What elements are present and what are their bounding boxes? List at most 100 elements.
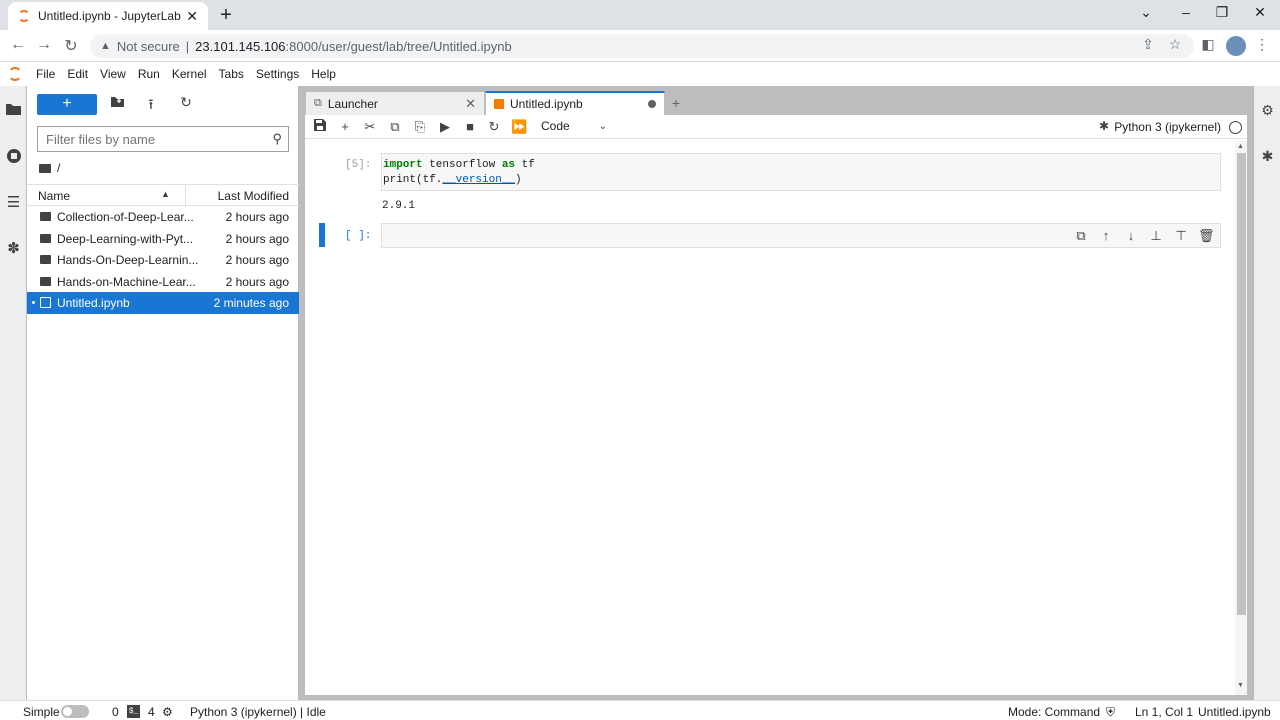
breadcrumb[interactable]: / <box>39 161 60 175</box>
restore-button[interactable]: ❐ <box>1212 4 1232 21</box>
kernel-name[interactable]: Python 3 (ipykernel) <box>1114 120 1221 134</box>
jupyter-logo-icon <box>8 67 22 81</box>
execution-prompt: [5]: <box>345 159 372 171</box>
kernel-sessions-icon[interactable]: ⚙ <box>162 705 173 719</box>
property-inspector-icon[interactable]: ⚙ <box>1259 102 1276 119</box>
menu-edit[interactable]: Edit <box>61 67 94 81</box>
minimize-button[interactable]: – <box>1176 4 1196 20</box>
simple-mode-toggle[interactable] <box>61 705 89 718</box>
refresh-icon[interactable]: ↻ <box>178 94 194 111</box>
terminal-icon[interactable]: $_ <box>127 705 140 718</box>
active-cell-indicator <box>319 223 325 247</box>
bookmark-star-icon[interactable]: ☆ <box>1165 36 1185 53</box>
menu-view[interactable]: View <box>94 67 132 81</box>
tab-notebook[interactable]: Untitled.ipynb <box>485 91 665 115</box>
sidepanel-icon[interactable]: ◧ <box>1198 36 1218 53</box>
close-tab-icon[interactable]: ✕ <box>465 96 476 112</box>
jupyter-favicon-icon <box>18 10 30 22</box>
toggle-knob <box>63 707 72 716</box>
menu-settings[interactable]: Settings <box>250 67 305 81</box>
folder-icon <box>40 234 51 243</box>
tab-label: Untitled.ipynb <box>510 97 583 111</box>
save-icon[interactable] <box>312 119 328 135</box>
warning-icon[interactable]: ▲ <box>100 40 111 52</box>
insert-below-icon[interactable]: ⊤ <box>1173 228 1189 244</box>
file-row[interactable]: Deep-Learning-with-Pyt... 2 hours ago <box>27 228 299 250</box>
file-filter-input[interactable] <box>46 131 256 147</box>
reload-button[interactable]: ↻ <box>61 36 81 56</box>
extension-manager-icon[interactable]: ✽ <box>5 239 22 257</box>
duplicate-cell-icon[interactable]: ⧉ <box>1073 228 1089 244</box>
browser-tab[interactable]: Untitled.ipynb - JupyterLab ✕ <box>8 2 208 30</box>
run-icon[interactable]: ▶ <box>437 119 453 135</box>
debugger-toggle-icon[interactable]: ✱ <box>1099 119 1109 133</box>
file-row[interactable]: Collection-of-Deep-Lear... 2 hours ago <box>27 206 299 228</box>
file-row-selected[interactable]: Untitled.ipynb 2 minutes ago <box>27 292 299 314</box>
tab-label: Launcher <box>327 96 378 111</box>
cut-icon[interactable]: ✂ <box>362 119 378 135</box>
cell-type-value: Code <box>541 119 570 133</box>
table-of-contents-icon[interactable]: ☰ <box>5 193 22 211</box>
profile-avatar[interactable] <box>1226 36 1246 56</box>
launcher-icon: ⧉ <box>314 97 322 109</box>
move-down-icon[interactable]: ↓ <box>1123 228 1139 244</box>
share-icon[interactable]: ⇪ <box>1138 36 1158 53</box>
browser-tabstrip: Untitled.ipynb - JupyterLab ✕ + ⌄ – ❐ ✕ <box>0 0 1280 30</box>
menu-run[interactable]: Run <box>132 67 166 81</box>
file-row[interactable]: Hands-on-Machine-Lear... 2 hours ago <box>27 271 299 293</box>
column-divider <box>185 185 186 207</box>
add-tab-button[interactable]: + <box>665 91 687 115</box>
menu-file[interactable]: File <box>30 67 61 81</box>
fast-forward-icon[interactable]: ⏩ <box>511 119 527 135</box>
kernel-status-text[interactable]: Python 3 (ipykernel) | Idle <box>190 705 326 719</box>
cell-editor[interactable]: import tensorflow as tf print(tf.__versi… <box>381 153 1221 191</box>
file-modified: 2 minutes ago <box>213 296 289 310</box>
code-line: print(tf.__version__) <box>382 173 1220 188</box>
cell-type-select[interactable]: Code ⌄ <box>541 119 607 133</box>
vertical-scrollbar[interactable]: ▲ ▼ <box>1235 141 1247 695</box>
sort-ascending-icon[interactable]: ▲ <box>161 189 170 199</box>
column-modified-header[interactable]: Last Modified <box>218 189 289 203</box>
unsaved-dot-icon[interactable] <box>648 100 656 108</box>
tab-launcher[interactable]: ⧉ Launcher ✕ <box>305 91 485 115</box>
move-up-icon[interactable]: ↑ <box>1098 228 1114 244</box>
file-browser-icon[interactable] <box>5 100 22 117</box>
paste-icon[interactable]: ⎘ <box>412 119 428 135</box>
new-tab-button[interactable]: + <box>216 4 236 27</box>
upload-icon[interactable]: ⭱ <box>143 94 159 118</box>
menu-kernel[interactable]: Kernel <box>166 67 213 81</box>
column-name-header[interactable]: Name <box>38 189 70 203</box>
lsp-shield-icon[interactable]: ⛨ <box>1106 705 1115 720</box>
scroll-up-icon[interactable]: ▲ <box>1237 143 1244 150</box>
menu-tabs[interactable]: Tabs <box>213 67 250 81</box>
code-keyword: as <box>501 159 516 171</box>
url-bar[interactable]: ▲ Not secure | 23.101.145.106 :8000/user… <box>90 34 1194 58</box>
url-path: :8000/user/guest/lab/tree/Untitled.ipynb <box>285 38 512 54</box>
scrollbar-thumb[interactable] <box>1237 153 1246 615</box>
close-tab-icon[interactable]: ✕ <box>186 8 198 25</box>
new-launcher-button[interactable]: + <box>37 94 97 115</box>
insert-cell-icon[interactable]: + <box>337 119 353 135</box>
browser-menu-icon[interactable]: ⋮ <box>1252 36 1272 53</box>
root-folder-icon[interactable] <box>39 163 51 173</box>
file-filter-field[interactable]: ⚲ <box>37 126 289 152</box>
window-close-button[interactable]: ✕ <box>1250 4 1270 21</box>
forward-button[interactable]: → <box>34 36 54 54</box>
delete-cell-icon[interactable]: 🗑 <box>1198 228 1215 244</box>
tab-search-icon[interactable]: ⌄ <box>1136 4 1156 21</box>
file-row[interactable]: Hands-On-Deep-Learnin... 2 hours ago <box>27 249 299 271</box>
insert-above-icon[interactable]: ⊥ <box>1148 228 1164 244</box>
scroll-down-icon[interactable]: ▼ <box>1237 682 1244 689</box>
back-button[interactable]: ← <box>8 36 28 54</box>
current-filename: Untitled.ipynb <box>1198 705 1271 719</box>
new-folder-icon[interactable] <box>109 94 125 110</box>
stop-icon[interactable]: ■ <box>462 119 478 135</box>
restart-icon[interactable]: ↻ <box>486 119 502 135</box>
kernel-status-icon <box>1229 121 1242 134</box>
debugger-icon[interactable]: ✱ <box>1259 148 1276 165</box>
menu-help[interactable]: Help <box>305 67 342 81</box>
copy-icon[interactable]: ⧉ <box>387 119 403 135</box>
cursor-position[interactable]: Ln 1, Col 1 <box>1135 705 1193 719</box>
running-sessions-icon[interactable] <box>5 147 22 164</box>
breadcrumb-path[interactable]: / <box>57 161 60 175</box>
